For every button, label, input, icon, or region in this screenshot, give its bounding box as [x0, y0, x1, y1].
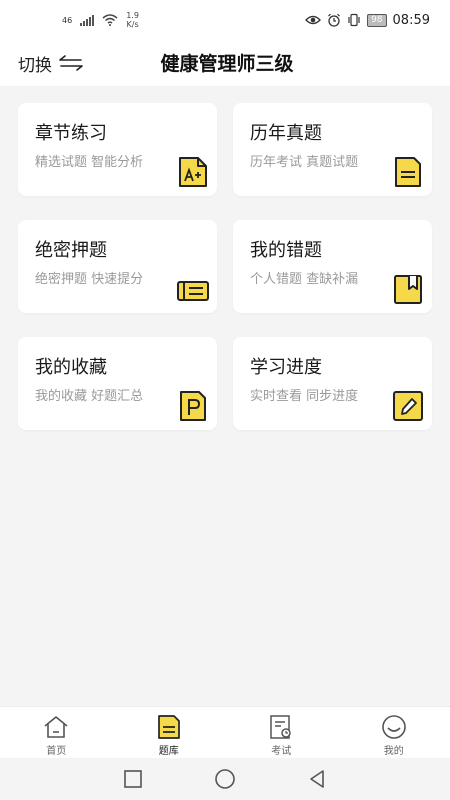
system-nav: [0, 758, 450, 800]
wifi-icon: [102, 14, 118, 26]
card-favorites[interactable]: 我的收藏 我的收藏 好题汇总: [18, 337, 217, 430]
card-title: 我的错题: [250, 240, 322, 261]
ticket-icon: [177, 281, 209, 301]
card-title: 绝密押题: [35, 240, 107, 261]
card-subtitle: 个人错题 查缺补漏: [250, 272, 359, 287]
clock: 08:59: [392, 12, 430, 28]
bottom-nav: 首页 题库 考试 我的: [0, 706, 450, 758]
net-speed-unit: K/s: [126, 20, 139, 29]
back-triangle-icon[interactable]: [306, 768, 328, 790]
recent-apps-icon[interactable]: [122, 768, 144, 790]
card-chapter-practice[interactable]: 章节练习 精选试题 智能分析: [18, 103, 217, 196]
nav-question-bank[interactable]: 题库: [113, 707, 226, 758]
nav-label: 题库: [158, 746, 179, 757]
header: 切换 健康管理师三级: [0, 40, 450, 86]
card-subtitle: 精选试题 智能分析: [35, 155, 144, 170]
pencil-icon: [393, 391, 423, 421]
bookmark-book-icon: [394, 275, 422, 304]
vibrate-icon: [348, 13, 360, 27]
status-right: 98 08:59: [305, 13, 430, 28]
battery-indicator: 98: [367, 13, 387, 27]
status-bar: 46 1.9 K/s 98 08:59: [0, 0, 450, 40]
nav-label: 我的: [383, 746, 404, 757]
card-past-exams[interactable]: 历年真题 历年考试 真题试题: [233, 103, 432, 196]
card-subtitle: 历年考试 真题试题: [250, 155, 359, 170]
home-icon: [44, 716, 68, 738]
card-subtitle: 绝密押题 快速提分: [35, 272, 144, 287]
exam-icon: [270, 715, 291, 739]
document-lines-icon: [395, 157, 421, 187]
eye-icon: [305, 15, 321, 25]
nav-exam[interactable]: 考试: [225, 707, 338, 758]
nav-profile[interactable]: 我的: [338, 707, 450, 758]
card-title: 学习进度: [250, 357, 322, 378]
card-subtitle: 实时查看 同步进度: [250, 389, 359, 404]
status-left: 46 1.9 K/s: [62, 11, 139, 29]
nav-label: 首页: [46, 746, 67, 757]
p-document-icon: [180, 391, 206, 421]
net-speed: 1.9 K/s: [126, 11, 139, 29]
alarm-icon: [328, 13, 340, 27]
card-secret-questions[interactable]: 绝密押题 绝密押题 快速提分: [18, 220, 217, 313]
signal-label: 46: [62, 15, 73, 25]
card-wrong-questions[interactable]: 我的错题 个人错题 查缺补漏: [233, 220, 432, 313]
card-study-progress[interactable]: 学习进度 实时查看 同步进度: [233, 337, 432, 430]
card-subtitle: 我的收藏 好题汇总: [35, 389, 144, 404]
profile-icon: [381, 715, 406, 739]
a-plus-document-icon: [179, 157, 207, 187]
card-title: 历年真题: [250, 123, 322, 144]
nav-label: 考试: [271, 746, 292, 757]
card-title: 章节练习: [35, 123, 107, 144]
page-title: 健康管理师三级: [160, 53, 294, 75]
home-circle-icon[interactable]: [214, 768, 236, 790]
nav-home[interactable]: 首页: [0, 707, 113, 758]
card-title: 我的收藏: [35, 357, 107, 378]
question-bank-icon: [157, 715, 180, 739]
signal-icon: [80, 14, 95, 26]
net-speed-value: 1.9: [126, 11, 139, 20]
